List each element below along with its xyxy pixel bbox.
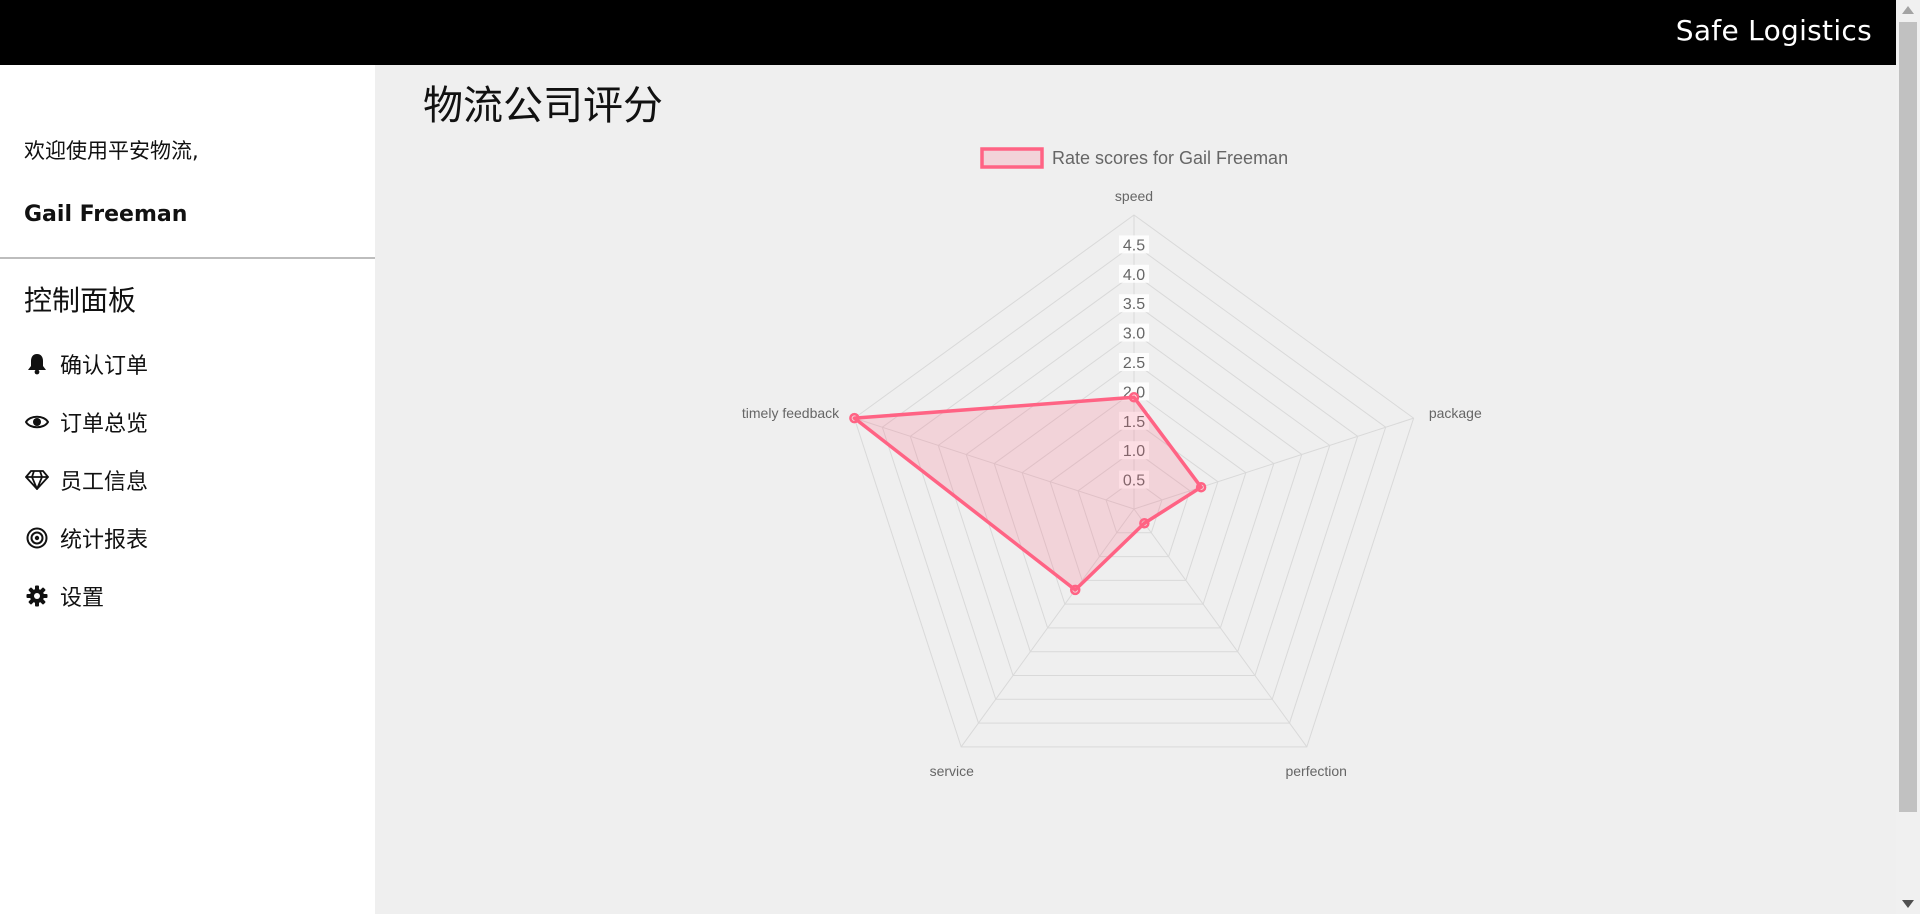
welcome-text: 欢迎使用平安物流, (24, 139, 199, 163)
series-area (852, 395, 1203, 592)
data-point (1069, 584, 1081, 596)
tick-label: 3.0 (1123, 326, 1145, 343)
sidebar-item-staff-info[interactable]: 员工信息 (24, 451, 148, 509)
target-icon (24, 525, 50, 551)
sidebar-item-label: 统计报表 (60, 528, 149, 553)
eye-icon (24, 409, 50, 435)
data-point (1195, 481, 1207, 493)
sidebar-divider (0, 257, 375, 259)
scroll-up-arrow-icon[interactable] (1902, 6, 1914, 14)
data-point (1128, 392, 1140, 403)
category-label: package (1429, 405, 1482, 421)
scroll-down-arrow-icon[interactable] (1902, 900, 1914, 908)
sidebar-item-label: 员工信息 (60, 470, 149, 495)
user-name: Gail Freeman (24, 202, 188, 227)
sidebar-item-order-overview[interactable]: 订单总览 (24, 393, 148, 451)
sidebar-item-label: 订单总览 (60, 412, 149, 437)
bell-icon (24, 351, 50, 377)
legend-label: Rate scores for Gail Freeman (1052, 148, 1288, 168)
scroll-thumb[interactable] (1899, 22, 1917, 812)
category-label: perfection (1285, 763, 1346, 779)
sidebar: 欢迎使用平安物流, Gail Freeman 控制面板 确认订单 订单总览 员工… (0, 65, 375, 914)
gear-icon (24, 583, 50, 609)
category-label: speed (1115, 188, 1153, 204)
tick-label: 2.5 (1123, 355, 1145, 372)
data-point (849, 412, 860, 424)
tick-label: 4.0 (1123, 267, 1145, 284)
sidebar-item-label: 确认订单 (60, 354, 149, 379)
tick-label: 4.5 (1123, 237, 1145, 254)
tick-label: 3.5 (1123, 296, 1145, 313)
radar-chart: 0.51.01.52.02.53.03.54.04.5speedpackagep… (742, 147, 1482, 779)
sidebar-item-confirm-orders[interactable]: 确认订单 (24, 335, 148, 393)
data-point (1139, 518, 1150, 529)
scrollbar[interactable] (1896, 0, 1920, 914)
sidebar-item-reports[interactable]: 统计报表 (24, 509, 148, 567)
panel-title: 控制面板 (24, 284, 137, 317)
diamond-icon (24, 467, 50, 493)
category-label: service (930, 763, 975, 779)
category-label: timely feedback (742, 405, 840, 421)
sidebar-item-settings[interactable]: 设置 (24, 567, 148, 625)
brand-name: Safe Logistics (1675, 14, 1872, 47)
legend-swatch (980, 147, 1044, 169)
top-bar: Safe Logistics (0, 0, 1896, 65)
sidebar-nav: 确认订单 订单总览 员工信息 统计报表 设置 (24, 335, 148, 625)
sidebar-item-label: 设置 (60, 586, 105, 611)
